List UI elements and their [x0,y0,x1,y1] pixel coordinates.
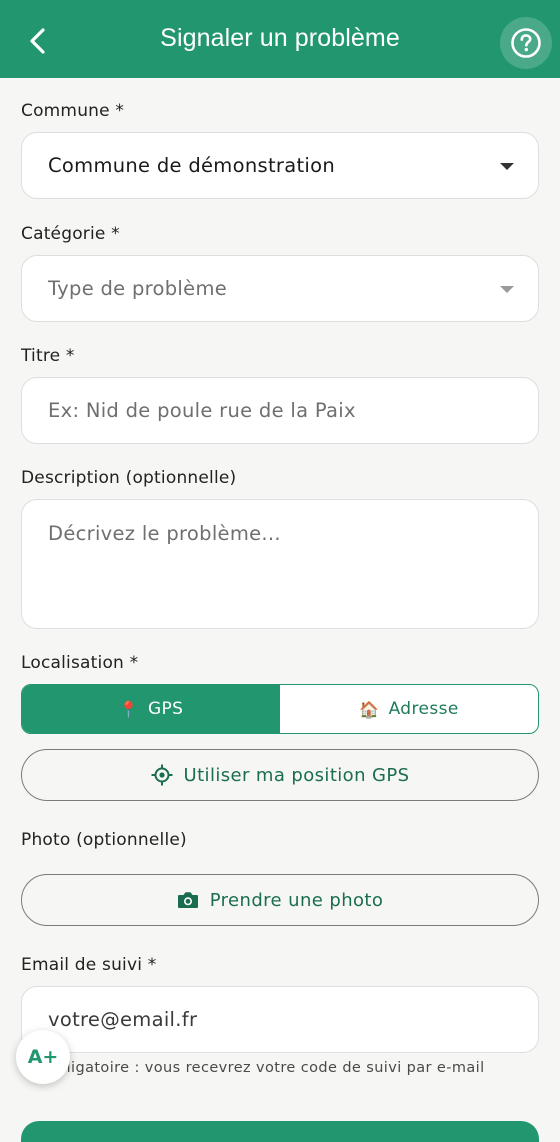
submit-button[interactable] [21,1121,539,1142]
pin-icon: 📍 [118,699,139,719]
commune-select[interactable]: Commune de démonstration [21,132,539,199]
commune-value: Commune de démonstration [48,154,336,177]
email-input[interactable]: votre@email.fr [21,986,539,1053]
gps-tab-label: GPS [147,699,184,719]
house-icon: 🏠 [359,699,380,719]
caret-down-icon [500,286,514,293]
font-size-label: A+ [27,1046,59,1068]
titre-label: Titre * [21,346,75,366]
page-title: Signaler un problème [160,24,400,52]
caret-down-icon [500,163,514,170]
description-placeholder: Décrivez le problème... [48,522,281,545]
use-gps-label: Utiliser ma position GPS [183,764,410,786]
app-header: Signaler un problème [0,0,560,78]
gps-tab[interactable]: 📍 GPS [22,685,280,733]
description-textarea[interactable]: Décrivez le problème... [21,499,539,629]
titre-placeholder: Ex: Nid de poule rue de la Paix [48,399,356,422]
take-photo-label: Prendre une photo [209,889,384,911]
categorie-placeholder: Type de problème [48,277,228,300]
commune-label: Commune * [21,101,125,121]
photo-label: Photo (optionnelle) [21,830,187,850]
description-label: Description (optionnelle) [21,468,237,488]
email-label: Email de suivi * [21,955,157,975]
help-circle-icon [511,28,541,58]
categorie-label: Catégorie * [21,224,120,244]
adresse-tab[interactable]: 🏠 Adresse [280,685,538,733]
email-hint: bligatoire : vous recevrez votre code de… [57,1060,485,1076]
localisation-toggle: 📍 GPS 🏠 Adresse [21,684,539,734]
categorie-select[interactable]: Type de problème [21,255,539,322]
help-button[interactable] [500,17,552,69]
take-photo-button[interactable]: Prendre une photo [21,874,539,926]
titre-input[interactable]: Ex: Nid de poule rue de la Paix [21,377,539,444]
use-gps-button[interactable]: Utiliser ma position GPS [21,749,539,801]
font-size-button[interactable]: A+ [16,1030,70,1084]
email-placeholder: votre@email.fr [48,1008,198,1031]
locate-icon [151,764,173,786]
camera-icon [177,892,198,908]
adresse-tab-label: Adresse [388,699,459,719]
localisation-label: Localisation * [21,653,139,673]
